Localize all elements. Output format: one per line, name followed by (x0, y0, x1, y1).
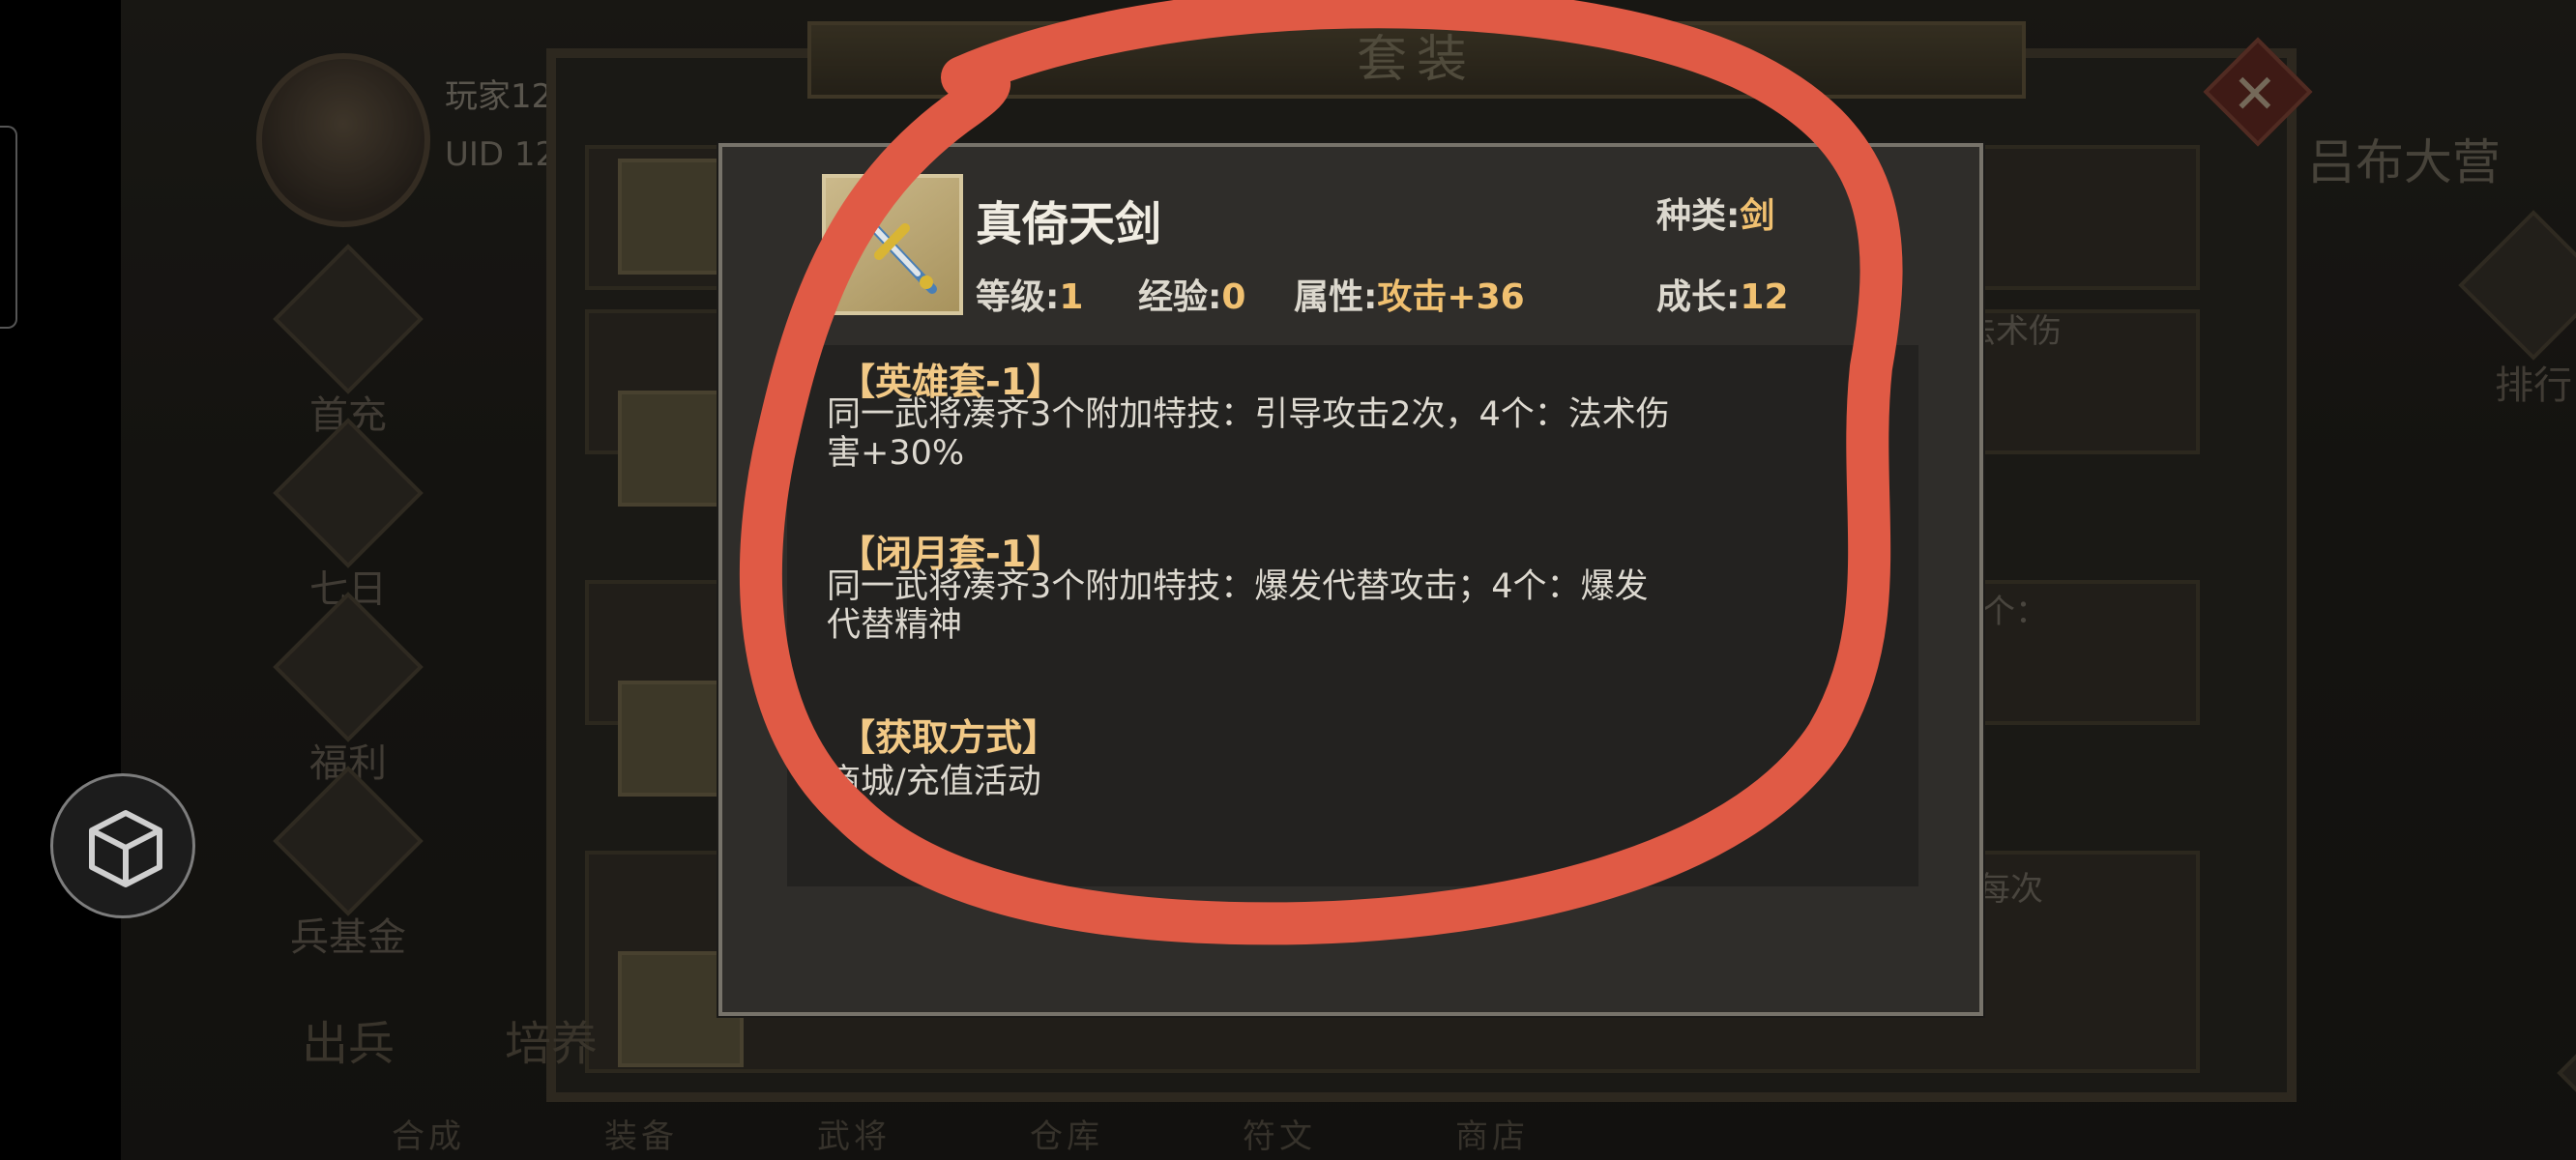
assistant-button[interactable] (50, 773, 195, 918)
panel-title-bar: 套装 (807, 21, 2026, 99)
tab-storage[interactable]: 仓库 (1030, 1110, 1243, 1157)
train-button[interactable]: 培养 (450, 1005, 653, 1073)
player-avatar[interactable] (256, 53, 430, 227)
item-attr: 属性:攻击+36 (1294, 269, 1525, 319)
obtain-title: 【获取方式】 (838, 716, 1060, 759)
level-value: 1 (1059, 277, 1084, 317)
growth-label: 成长: (1656, 277, 1741, 317)
tab-shop[interactable]: 商店 (1455, 1110, 1668, 1157)
tab-rune[interactable]: 符文 (1243, 1110, 1455, 1157)
item-icon (822, 174, 963, 315)
first-recharge-icon (273, 244, 424, 394)
welfare-icon (273, 592, 424, 742)
cube-icon (89, 810, 162, 887)
obtain-desc: 商城/充值活动 (827, 763, 1041, 801)
item-exp: 经验:0 (1138, 269, 1245, 319)
item-growth: 成长:12 (1656, 269, 1789, 319)
side-btn-welfare[interactable]: 福利 (273, 592, 424, 788)
tab-general[interactable]: 武将 (817, 1110, 1030, 1157)
type-label: 种类: (1656, 196, 1741, 236)
item-name: 真倚天剑 (976, 197, 1162, 251)
set-desc-hero: 同一武将凑齐3个附加特技：引导攻击2次，4个：法术伤害+30% (827, 395, 1670, 473)
side-handle[interactable] (0, 126, 17, 329)
tab-compose[interactable]: 合成 (392, 1110, 604, 1157)
side-btn-seven-day[interactable]: 七日 (273, 418, 424, 614)
menu-icon[interactable] (2557, 1004, 2576, 1142)
item-type: 种类:剑 (1656, 188, 1774, 238)
tab-equip[interactable]: 装备 (604, 1110, 817, 1157)
item-level: 等级:1 (976, 269, 1083, 319)
fund-icon (273, 766, 424, 916)
rank-icon (2458, 210, 2576, 361)
exp-value: 0 (1221, 277, 1246, 317)
level-label: 等级: (976, 277, 1060, 317)
seven-day-icon (273, 418, 424, 568)
exp-label: 经验: (1138, 277, 1222, 317)
side-btn-fund[interactable]: 兵基金 (273, 766, 424, 962)
attr-label: 属性: (1294, 277, 1378, 317)
panel-title: 套装 (1356, 31, 1477, 89)
set-desc-biyue: 同一武将凑齐3个附加特技：爆发代替攻击；4个：爆发代替精神 (827, 567, 1649, 645)
rank-label: 排行 (2495, 363, 2572, 408)
sword-icon (845, 197, 937, 294)
type-value: 剑 (1740, 196, 1775, 236)
rank-button[interactable]: 排行 (2458, 210, 2576, 410)
close-x-icon: ✕ (2232, 63, 2278, 127)
growth-value: 12 (1740, 277, 1789, 317)
bottom-tabs: 合成 装备 武将 仓库 符文 商店 (392, 1110, 1668, 1157)
bottom-big-buttons: 出兵 培养 (247, 1005, 653, 1073)
attr-value: 攻击+36 (1377, 277, 1525, 317)
bg-text: 个： (1982, 593, 2048, 631)
dispatch-button[interactable]: 出兵 (247, 1005, 450, 1073)
bg-text: 每次 (1977, 870, 2043, 909)
item-detail-dialog: 真倚天剑 种类:剑 等级:1 经验:0 属性:攻击+36 成长:12 【英雄套-… (718, 143, 1983, 1016)
side-btn-first-recharge[interactable]: 首充 (273, 244, 424, 440)
